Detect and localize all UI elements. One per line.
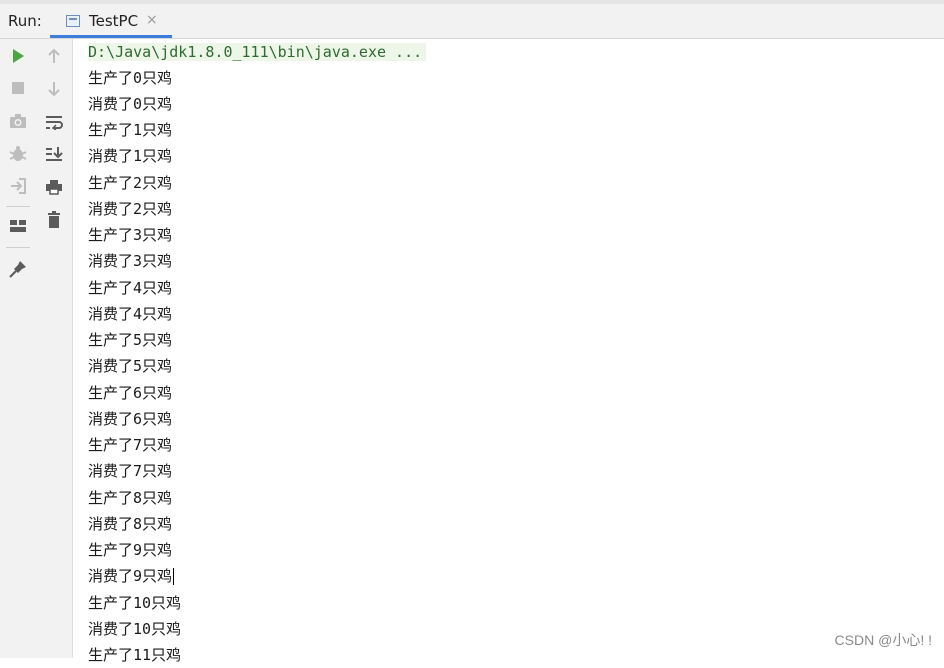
editor-tab-strip bbox=[0, 0, 944, 4]
run-icon[interactable] bbox=[6, 44, 30, 68]
run-toolbar-left bbox=[0, 39, 37, 658]
command-line: D:\Java\jdk1.8.0_111\bin\java.exe ... bbox=[88, 43, 427, 61]
active-tab-indicator bbox=[50, 35, 172, 38]
console-line: 消费了9只鸡 bbox=[88, 567, 173, 585]
console-output[interactable]: D:\Java\jdk1.8.0_111\bin\java.exe ... 生产… bbox=[73, 39, 944, 664]
debug-bug-icon[interactable] bbox=[6, 142, 30, 166]
console-line: 消费了2只鸡 bbox=[88, 200, 173, 218]
console-line: 消费了0只鸡 bbox=[88, 95, 173, 113]
console-line: 消费了8只鸡 bbox=[88, 515, 173, 533]
camera-icon[interactable] bbox=[6, 109, 30, 133]
scroll-to-end-icon[interactable] bbox=[42, 142, 66, 166]
console-line: 生产了11只鸡 bbox=[88, 646, 182, 664]
toolbar-separator bbox=[6, 247, 30, 248]
console-line: 消费了3只鸡 bbox=[88, 252, 173, 270]
down-arrow-icon[interactable] bbox=[42, 77, 66, 101]
console-line: 生产了7只鸡 bbox=[88, 436, 173, 454]
layout-icon[interactable] bbox=[6, 214, 30, 238]
console-line: 生产了2只鸡 bbox=[88, 174, 173, 192]
run-toolbar-right bbox=[36, 39, 73, 658]
trash-icon[interactable] bbox=[42, 208, 66, 232]
login-arrow-icon[interactable] bbox=[6, 174, 30, 198]
close-icon[interactable]: × bbox=[146, 12, 158, 28]
stop-icon[interactable] bbox=[6, 76, 30, 100]
pin-icon[interactable] bbox=[6, 257, 30, 281]
up-arrow-icon[interactable] bbox=[42, 44, 66, 68]
console-line: 生产了3只鸡 bbox=[88, 226, 173, 244]
console-line: 消费了4只鸡 bbox=[88, 305, 173, 323]
text-caret bbox=[173, 568, 175, 585]
watermark: CSDN @小心! ! bbox=[834, 632, 932, 648]
console-line: 消费了5只鸡 bbox=[88, 357, 173, 375]
console-line: 生产了4只鸡 bbox=[88, 279, 173, 297]
console-line: 生产了8只鸡 bbox=[88, 489, 173, 507]
run-toolwindow-header: Run: TestPC × bbox=[0, 0, 944, 39]
console-line: 生产了1只鸡 bbox=[88, 121, 173, 139]
soft-wrap-icon[interactable] bbox=[42, 110, 66, 134]
console-line: 生产了6只鸡 bbox=[88, 384, 173, 402]
toolbar-separator bbox=[6, 206, 30, 207]
console-line: 生产了10只鸡 bbox=[88, 594, 182, 612]
tab-testpc[interactable]: TestPC × bbox=[50, 8, 172, 38]
tab-label: TestPC bbox=[89, 12, 139, 30]
console-line: 消费了7只鸡 bbox=[88, 462, 173, 480]
console-line: 消费了6只鸡 bbox=[88, 410, 173, 428]
print-icon[interactable] bbox=[42, 175, 66, 199]
console-line: 生产了0只鸡 bbox=[88, 69, 173, 87]
console-line: 生产了9只鸡 bbox=[88, 541, 173, 559]
console-window-icon bbox=[66, 15, 80, 27]
run-label: Run: bbox=[8, 12, 42, 30]
console-line: 消费了10只鸡 bbox=[88, 620, 182, 638]
console-line: 生产了5只鸡 bbox=[88, 331, 173, 349]
console-line: 消费了1只鸡 bbox=[88, 147, 173, 165]
